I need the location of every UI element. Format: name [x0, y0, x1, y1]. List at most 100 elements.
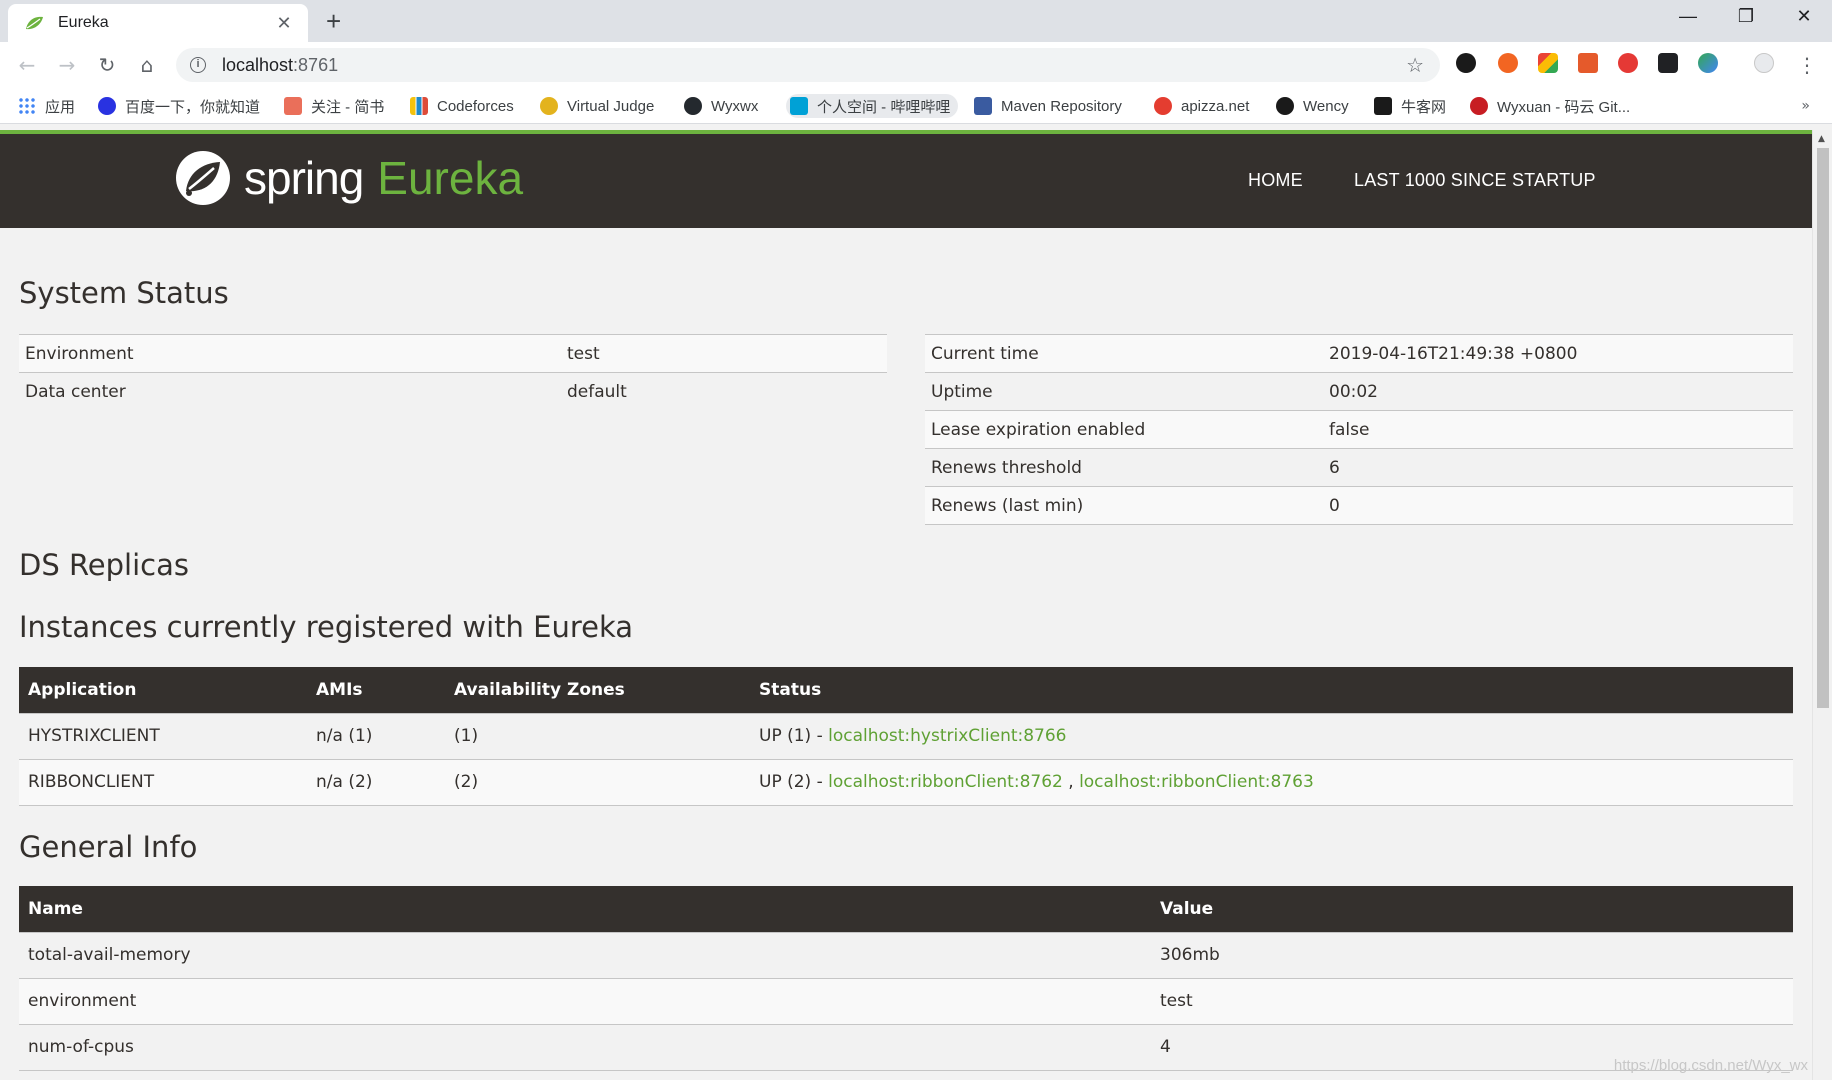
gitee-icon	[1470, 97, 1488, 115]
extension-globe-icon[interactable]	[1698, 53, 1718, 73]
page-scrollbar[interactable]: ▲	[1812, 130, 1832, 1080]
extension-dark-square-icon[interactable]	[1658, 53, 1678, 73]
bookmark-virtual-judge[interactable]: Virtual Judge	[540, 94, 654, 118]
bookmark-github[interactable]: Wyxwx	[684, 94, 758, 118]
status-prefix: UP (2) -	[759, 772, 829, 792]
back-arrow-icon[interactable]: ←	[14, 52, 40, 78]
bookmark-codeforces[interactable]: Codeforces	[410, 94, 514, 118]
nav-last1000-link[interactable]: LAST 1000 SINCE STARTUP	[1354, 170, 1596, 191]
new-tab-button[interactable]: +	[326, 8, 341, 34]
bookmark-baidu[interactable]: 百度一下，你就知道	[98, 94, 260, 118]
column-header-amis: AMIs	[307, 667, 445, 713]
system-status-left-table: Environment test Data center default	[19, 334, 887, 411]
instance-link[interactable]: localhost:hystrixClient:8766	[828, 726, 1066, 746]
tab-title: Eureka	[58, 14, 109, 31]
instance-link[interactable]: localhost:ribbonClient:8762	[828, 772, 1063, 792]
baidu-paw-icon	[98, 97, 116, 115]
bookmark-label: Codeforces	[437, 97, 514, 115]
bookmarks-bar: 应用 百度一下，你就知道 关注 - 简书 Codeforces Virtual …	[0, 88, 1832, 124]
browser-tab[interactable]: Eureka ✕	[8, 4, 308, 42]
virtual-judge-icon	[540, 97, 558, 115]
extension-orange-icon[interactable]	[1498, 53, 1518, 73]
status-label: Lease expiration enabled	[925, 410, 1323, 449]
instances-heading: Instances currently registered with Eure…	[19, 610, 634, 644]
status-label: Environment	[19, 334, 561, 373]
status-value: default	[561, 372, 887, 411]
instance-status: UP (2) - localhost:ribbonClient:8762 , l…	[750, 758, 1793, 806]
home-icon[interactable]: ⌂	[134, 52, 160, 78]
bookmark-label: Wency	[1303, 97, 1349, 115]
bookmark-gitee[interactable]: Wyxuan - 码云 Git...	[1470, 94, 1630, 118]
status-label: Uptime	[925, 372, 1323, 411]
apps-grid-icon	[18, 97, 36, 115]
instances-table: Application AMIs Availability Zones Stat…	[19, 667, 1793, 806]
url-host: localhost	[222, 54, 294, 75]
amis-value: n/a (2)	[307, 758, 445, 806]
site-info-icon[interactable]: i	[190, 57, 206, 73]
url-port: :8761	[293, 54, 339, 75]
forward-arrow-icon[interactable]: →	[54, 52, 80, 78]
bookmark-maven[interactable]: Maven Repository	[974, 94, 1122, 118]
bookmark-jianshu[interactable]: 关注 - 简书	[284, 94, 384, 118]
bookmark-wency[interactable]: Wency	[1276, 94, 1349, 118]
bookmark-nowcoder[interactable]: 牛客网	[1374, 94, 1446, 118]
spring-logo-icon	[176, 151, 230, 205]
bookmark-bilibili[interactable]: 个人空间 - 哔哩哔哩	[786, 94, 959, 118]
extension-e-icon[interactable]	[1456, 53, 1476, 73]
info-value: 306mb	[1151, 931, 1793, 978]
bilibili-icon	[790, 97, 808, 115]
status-value: 2019-04-16T21:49:38 +0800	[1323, 334, 1793, 373]
mvn-icon	[974, 97, 992, 115]
bookmark-apps[interactable]: 应用	[18, 94, 75, 118]
zones-value: (1)	[445, 712, 750, 759]
extension-red-circle-icon[interactable]	[1618, 53, 1638, 73]
table-row: environment test	[19, 977, 1793, 1024]
status-label: Renews threshold	[925, 448, 1323, 487]
bookmark-label: Maven Repository	[1001, 97, 1122, 115]
table-header-row: Application AMIs Availability Zones Stat…	[19, 667, 1793, 713]
browser-toolbar: ← → ↻ ⌂ i localhost:8761 ☆ ⋮	[0, 42, 1832, 88]
reload-icon[interactable]: ↻	[94, 52, 120, 78]
browser-menu-icon[interactable]: ⋮	[1794, 52, 1820, 78]
window-close-icon[interactable]: ✕	[1792, 6, 1816, 27]
bookmark-star-icon[interactable]: ☆	[1406, 53, 1424, 77]
brand-logo[interactable]: spring Eureka	[174, 146, 523, 210]
profile-avatar[interactable]	[1754, 53, 1774, 73]
table-row: num-of-cpus 4	[19, 1023, 1793, 1071]
address-bar[interactable]: i localhost:8761 ☆	[176, 48, 1440, 82]
scrollbar-thumb[interactable]	[1817, 148, 1829, 708]
extension-office-icon[interactable]	[1578, 53, 1598, 73]
status-value: 00:02	[1323, 372, 1793, 411]
wency-icon	[1276, 97, 1294, 115]
bookmarks-overflow-icon[interactable]: »	[1801, 98, 1810, 114]
column-header-zones: Availability Zones	[445, 667, 750, 713]
status-value: 6	[1323, 448, 1793, 487]
zones-value: (2)	[445, 758, 750, 806]
general-info-table: Name Value total-avail-memory 306mb envi…	[19, 886, 1793, 1071]
link-separator: ,	[1062, 772, 1080, 792]
tab-close-icon[interactable]: ✕	[274, 13, 294, 34]
bookmark-label: 牛客网	[1401, 98, 1447, 116]
status-value: 0	[1323, 486, 1793, 525]
status-value: test	[561, 334, 887, 373]
system-status-right-table: Current time 2019-04-16T21:49:38 +0800 U…	[925, 334, 1793, 525]
minimize-icon[interactable]: —	[1676, 6, 1700, 27]
maximize-icon[interactable]: ❐	[1734, 6, 1758, 27]
info-name: environment	[19, 977, 1151, 1024]
bookmark-apizza[interactable]: apizza.net	[1154, 94, 1249, 118]
bookmark-label: Wyxuan - 码云 Git...	[1497, 98, 1631, 116]
extension-color-grid-icon[interactable]	[1538, 53, 1558, 73]
scroll-up-arrow-icon[interactable]: ▲	[1818, 134, 1825, 144]
application-name: HYSTRIXCLIENT	[19, 712, 307, 759]
nav-home-link[interactable]: HOME	[1248, 170, 1303, 191]
info-name: total-avail-memory	[19, 931, 1151, 978]
apizza-icon	[1154, 97, 1172, 115]
system-status-heading: System Status	[19, 276, 229, 310]
status-value: false	[1323, 410, 1793, 449]
instance-link[interactable]: localhost:ribbonClient:8763	[1079, 772, 1314, 792]
csdn-watermark: https://blog.csdn.net/Wyx_wx	[1613, 1057, 1808, 1074]
bookmark-label: Virtual Judge	[567, 97, 655, 115]
brand-spring-text: spring	[244, 152, 364, 204]
eureka-navbar: spring Eureka HOME LAST 1000 SINCE START…	[0, 130, 1812, 228]
bookmark-label: 关注 - 简书	[311, 98, 385, 116]
